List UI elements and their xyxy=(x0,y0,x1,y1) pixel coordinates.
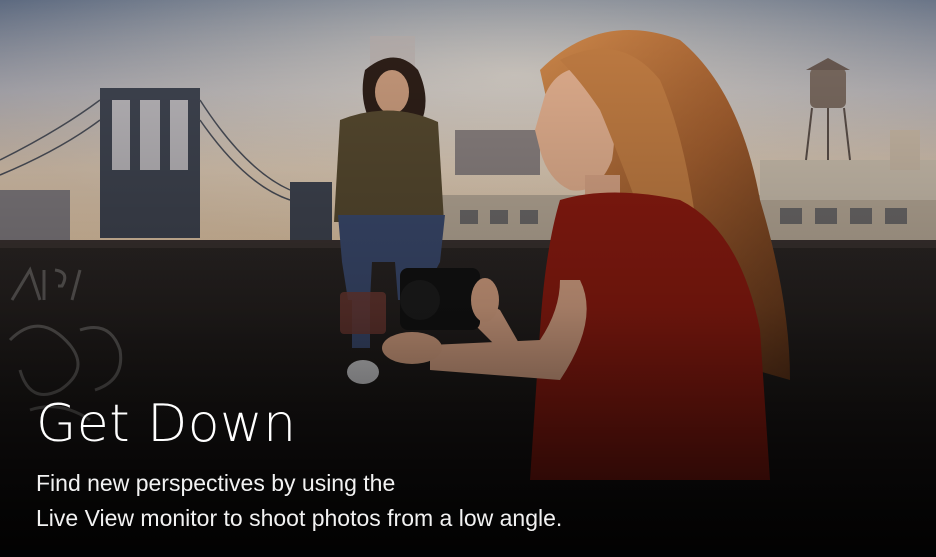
slide-description: Find new perspectives by using the Live … xyxy=(36,466,896,536)
slide-description-line-2: Live View monitor to shoot photos from a… xyxy=(36,505,563,531)
slide-title: Get Down xyxy=(36,394,297,454)
slide-description-line-1: Find new perspectives by using the xyxy=(36,470,396,496)
slide-caption: Get Down Find new perspectives by using … xyxy=(36,392,896,536)
hero-slide: Get Down Find new perspectives by using … xyxy=(0,0,936,557)
